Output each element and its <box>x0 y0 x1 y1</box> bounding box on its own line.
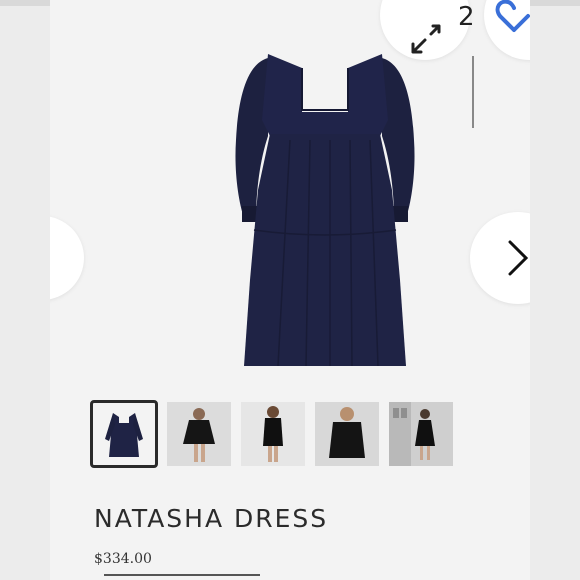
heart-icon[interactable] <box>494 0 530 36</box>
thumb-model-image <box>167 402 231 466</box>
chevron-right-icon <box>508 240 529 276</box>
thumb-model-image <box>241 402 305 466</box>
divider-line <box>472 56 474 128</box>
product-title: NATASHA DRESS <box>94 504 329 533</box>
thumbnail-5[interactable] <box>389 402 453 466</box>
product-price: $334.00 <box>94 551 152 567</box>
thumb-street-image <box>389 402 453 466</box>
expand-arrows-icon <box>411 24 441 54</box>
product-page: 2 NATASHA DRESS $334.00 <box>50 0 530 580</box>
price-underline <box>104 574 260 576</box>
next-image-button[interactable] <box>470 212 530 304</box>
thumbnail-3[interactable] <box>241 402 305 466</box>
thumbnail-4[interactable] <box>315 402 379 466</box>
thumb-model-image <box>315 402 379 466</box>
main-product-image <box>235 54 415 367</box>
thumbnail-2[interactable] <box>167 402 231 466</box>
thumb-dress-image <box>105 413 143 457</box>
thumbnail-1[interactable] <box>90 400 158 468</box>
favorite-count: 2 <box>458 2 475 32</box>
previous-image-button[interactable] <box>50 216 84 300</box>
